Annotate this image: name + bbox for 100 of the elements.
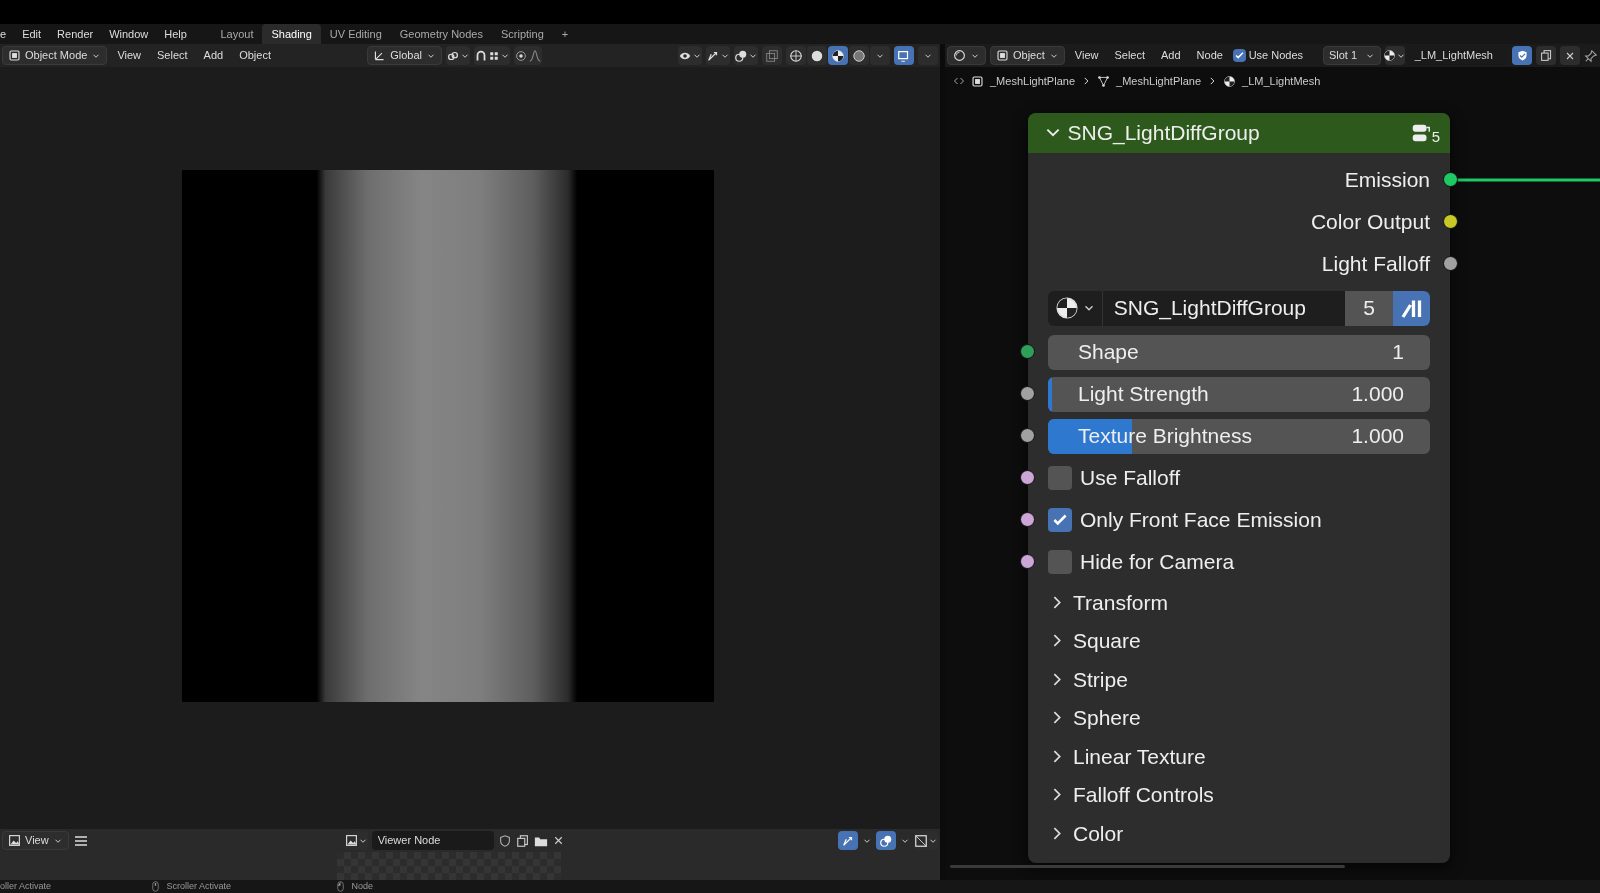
panel-header[interactable]: Linear Texture: [1028, 737, 1450, 776]
mouse-icon: [335, 881, 346, 892]
menu-item[interactable]: Help: [156, 25, 195, 43]
output-socket[interactable]: [1443, 214, 1458, 229]
input-socket[interactable]: [1020, 512, 1035, 527]
panel-header[interactable]: Square: [1028, 621, 1450, 660]
cube-icon: [996, 49, 1009, 62]
proportional-button[interactable]: [514, 46, 542, 65]
status-hint: oller Activate: [0, 880, 52, 893]
image-icon: [914, 833, 928, 848]
node-group-selector[interactable]: SNG_LightDiffGroup 5: [1048, 290, 1430, 326]
cube-icon: [8, 49, 21, 62]
unlink-button[interactable]: [1560, 46, 1580, 65]
mouse-icon: [150, 881, 161, 892]
user-count: 5: [1431, 129, 1440, 144]
shading-mode-button[interactable]: [807, 46, 827, 65]
menu-item[interactable]: Edit: [14, 25, 50, 43]
output-label: Light Falloff: [1321, 251, 1430, 278]
circle-icon: [953, 49, 966, 62]
axes-icon: [373, 49, 387, 62]
scrollbar[interactable]: [950, 865, 1345, 868]
input-socket[interactable]: [1020, 344, 1035, 359]
output-socket[interactable]: [1443, 256, 1458, 271]
code-icon[interactable]: [953, 75, 965, 87]
copy-icon: [1539, 49, 1553, 62]
menu-item[interactable]: Window: [101, 25, 157, 43]
node-header[interactable]: SNG_LightDiffGroup 5: [1028, 113, 1450, 153]
workspace-tab[interactable]: Layout: [211, 23, 263, 44]
image-name-field[interactable]: Viewer Node: [371, 831, 494, 850]
input-socket[interactable]: [1020, 386, 1035, 401]
wireframe-sphere-icon: [789, 48, 803, 63]
overlay-button[interactable]: [876, 831, 896, 850]
snap-button[interactable]: [474, 46, 510, 65]
menu-item[interactable]: Object: [233, 47, 277, 64]
duplicate-button[interactable]: [1536, 46, 1556, 65]
menu-item[interactable]: Select: [1108, 47, 1152, 64]
copy-icon[interactable]: [515, 833, 530, 848]
shading-mode-button[interactable]: [828, 46, 848, 65]
panel-header[interactable]: Falloff Controls: [1028, 775, 1450, 814]
chevron-icon: [1081, 76, 1091, 86]
slot-dropdown[interactable]: Slot 1: [1322, 46, 1381, 65]
checkbox[interactable]: Use Falloff: [1048, 462, 1180, 494]
target-icon: [514, 48, 528, 63]
menu-item[interactable]: View: [111, 47, 148, 64]
mode-dropdown[interactable]: Object Mode: [2, 46, 108, 65]
number-field[interactable]: Shape 1: [1048, 334, 1430, 370]
shield-icon[interactable]: [497, 833, 512, 848]
pivot-button[interactable]: [446, 46, 470, 65]
orientation-dropdown[interactable]: Global: [367, 46, 442, 65]
overlay-button[interactable]: [734, 46, 758, 65]
editor-type-dropdown[interactable]: [947, 46, 986, 65]
menu-item[interactable]: e: [0, 25, 15, 43]
breadcrumb-item[interactable]: _LM_LightMesh: [1242, 72, 1321, 90]
slider-field[interactable]: Light Strength 1.000: [1048, 376, 1430, 412]
workspace-tab[interactable]: UV Editing: [320, 23, 391, 44]
shading-mode-button[interactable]: [786, 46, 806, 65]
view-dropdown[interactable]: View: [2, 831, 69, 850]
workspace-tab[interactable]: Scripting: [491, 23, 553, 44]
menu-item[interactable]: Node: [1190, 47, 1229, 64]
fake-user-button[interactable]: [1393, 290, 1430, 326]
editor-toggle-button[interactable]: [894, 46, 914, 65]
menu-item[interactable]: Select: [151, 47, 194, 64]
object-dropdown[interactable]: Object: [990, 46, 1065, 65]
output-socket[interactable]: [1443, 172, 1458, 187]
menu-item[interactable]: Add: [1155, 47, 1187, 64]
panel-header[interactable]: Stripe: [1028, 660, 1450, 699]
menu-item[interactable]: View: [1068, 47, 1105, 64]
material-browse-button[interactable]: [1384, 46, 1405, 65]
status-hint: Scroller Activate: [166, 880, 232, 893]
checkbox[interactable]: Only Front Face Emission: [1048, 504, 1322, 536]
magnet-icon: [474, 48, 488, 63]
breadcrumb-item[interactable]: _MeshLightPlane: [990, 72, 1075, 90]
image-icon: [8, 834, 21, 847]
workspace-tab[interactable]: Shading: [262, 23, 321, 44]
panel-header[interactable]: Sphere: [1028, 698, 1450, 737]
squares-icon: [765, 48, 779, 63]
input-socket[interactable]: [1020, 554, 1035, 569]
breadcrumb-item[interactable]: _MeshLightPlane: [1116, 72, 1202, 90]
checkbox[interactable]: Hide for Camera: [1048, 546, 1235, 578]
status-hint: Node: [351, 880, 373, 893]
menu-item[interactable]: Add: [197, 47, 230, 64]
use-nodes-checkbox[interactable]: Use Nodes: [1232, 47, 1304, 64]
visibility-button[interactable]: [678, 46, 702, 65]
panel-header[interactable]: Color: [1028, 814, 1450, 853]
grid-icon: [488, 49, 500, 62]
input-socket[interactable]: [1020, 428, 1035, 443]
add-workspace-button[interactable]: +: [552, 23, 578, 44]
fake-user-button[interactable]: [1512, 46, 1532, 65]
shading-mode-button[interactable]: [849, 46, 869, 65]
xray-button[interactable]: [762, 46, 782, 65]
shaded-sphere-icon: [852, 48, 866, 63]
gizmo-button[interactable]: [706, 46, 730, 65]
curve-icon: [528, 48, 542, 63]
workspace-tab[interactable]: Geometry Nodes: [390, 23, 492, 44]
material-icon: [1223, 74, 1237, 88]
panel-header[interactable]: Transform: [1028, 583, 1450, 622]
menu-item[interactable]: Render: [49, 25, 102, 43]
input-socket[interactable]: [1020, 470, 1035, 485]
gizmo-button[interactable]: [838, 831, 858, 850]
pin-icon[interactable]: [1584, 48, 1598, 63]
